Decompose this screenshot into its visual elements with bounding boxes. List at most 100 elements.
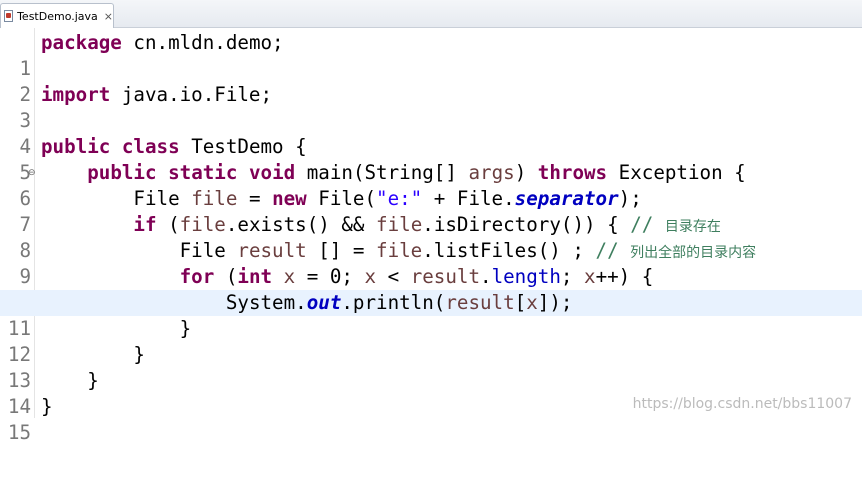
tab-title: TestDemo.java <box>17 9 98 23</box>
comment-text: 目录存在 <box>664 219 721 235</box>
code-line-1: 1 package cn.mldn.demo; <box>0 30 862 80</box>
code-text: .isDirectory()) { <box>422 213 631 236</box>
tab-testdemo-java[interactable]: TestDemo.java ⨯ <box>0 3 114 28</box>
code-text: < <box>376 265 411 288</box>
code-line-4: 4 <box>0 108 862 158</box>
fold-collapse-icon[interactable]: ⊖ <box>28 160 36 186</box>
code-text: } <box>133 343 145 366</box>
code-line-6: 6 ⊖ public static void main(String[] arg… <box>0 160 862 210</box>
line-code: package cn.mldn.demo; <box>41 30 284 56</box>
code-text: [ <box>514 291 527 314</box>
code-line-3: 3 import java.io.File; <box>0 82 862 132</box>
code-text: Exception { <box>607 161 746 184</box>
string-literal: "e:" <box>376 187 423 210</box>
code-text: TestDemo { <box>179 135 307 158</box>
code-text: System. <box>225 291 307 314</box>
comment: // <box>630 213 665 236</box>
code-text: .listFiles() ; <box>422 239 596 262</box>
code-line-10: 10 for (int x = 0; x < result.length; x+… <box>0 264 862 314</box>
comment: // <box>595 239 631 262</box>
code-line-8: 8 if (file.exists() && file.isDirectory(… <box>0 212 862 262</box>
code-line-5: 5 public class TestDemo { <box>0 134 862 184</box>
comment-text: 列出全部的目录内容 <box>630 245 757 261</box>
code-line-13: 13 } <box>0 342 862 392</box>
local-variable: x <box>283 265 296 288</box>
local-variable: file <box>376 213 423 236</box>
keyword: package <box>41 31 122 54</box>
line-code: public static void main(String[] args) t… <box>41 160 746 186</box>
code-text: ) <box>514 161 538 184</box>
keyword: void <box>248 161 296 184</box>
line-code: for (int x = 0; x < result.length; x++) … <box>41 264 654 290</box>
code-text: = 0; <box>295 265 365 288</box>
watermark: https://blog.csdn.net/bbs11007 <box>632 396 852 412</box>
local-variable: x <box>526 291 538 314</box>
line-code: System.out.println(result[x]); <box>41 290 573 316</box>
local-variable: file <box>179 213 226 236</box>
keyword: import <box>41 83 111 106</box>
code-line-14: 14 } <box>0 368 862 418</box>
code-text: ; <box>560 265 584 288</box>
code-text: cn.mldn.demo; <box>121 31 284 54</box>
code-line-7: 7 File file = new File("e:" + File.separ… <box>0 186 862 236</box>
code-text: File( <box>306 187 377 210</box>
code-text: ); <box>618 187 642 210</box>
static-field: out <box>306 291 342 314</box>
line-code: } <box>41 368 99 394</box>
code-text: } <box>179 317 192 340</box>
local-variable: x <box>364 265 377 288</box>
line-number: 15 <box>7 421 31 444</box>
code-text: ]); <box>537 291 573 314</box>
code-text: main(String[] <box>295 161 469 184</box>
java-file-icon <box>4 10 14 22</box>
keyword: if <box>133 213 157 236</box>
line-code: File file = new File("e:" + File.separat… <box>41 186 642 212</box>
local-variable: result <box>410 265 481 288</box>
field: length <box>491 265 561 288</box>
code-text: . <box>480 265 492 288</box>
keyword: public <box>87 161 157 184</box>
code-text: File <box>133 187 192 210</box>
local-variable: file <box>376 239 423 262</box>
code-text: } <box>41 395 53 418</box>
code-text: ( <box>214 265 238 288</box>
local-variable: result <box>445 291 515 314</box>
keyword: throws <box>537 161 608 184</box>
line-code: } <box>41 316 192 342</box>
keyword: int <box>237 265 273 288</box>
local-variable: x <box>584 265 596 288</box>
close-icon[interactable]: ⨯ <box>104 10 113 23</box>
line-code: import java.io.File; <box>41 82 272 108</box>
code-text: java.io.File; <box>110 83 273 106</box>
line-code: } <box>41 394 53 420</box>
line-code: File result [] = file.listFiles() ; // 列… <box>41 238 757 266</box>
keyword: public <box>41 135 111 158</box>
code-line-11-current: 11 System.out.println(result[x]); <box>0 290 862 340</box>
code-text: = <box>237 187 273 210</box>
line-code: public class TestDemo { <box>41 134 307 160</box>
code-text: ( <box>156 213 180 236</box>
keyword: static <box>168 161 238 184</box>
keyword: class <box>121 135 180 158</box>
keyword: for <box>179 265 215 288</box>
keyword: new <box>272 187 307 210</box>
code-line-2: 2 <box>0 56 862 106</box>
line-code: } <box>41 342 145 368</box>
code-editor[interactable]: 1 package cn.mldn.demo; 2 3 import java.… <box>0 30 862 444</box>
editor-tab-bar: TestDemo.java ⨯ <box>0 0 862 28</box>
code-text: File <box>179 239 238 262</box>
code-text: .println( <box>341 291 446 314</box>
static-field: separator <box>514 187 619 210</box>
parameter: args <box>468 161 515 184</box>
local-variable: result <box>237 239 307 262</box>
